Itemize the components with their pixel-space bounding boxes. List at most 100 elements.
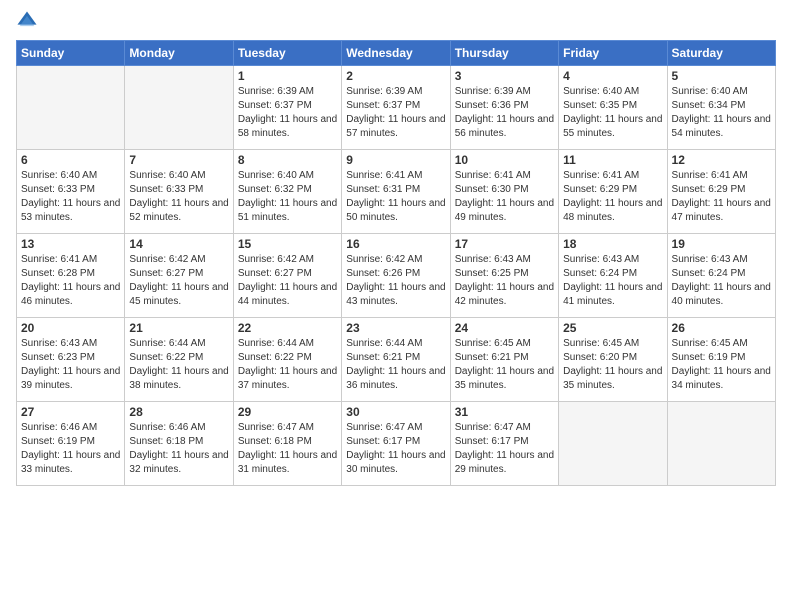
day-number: 7 bbox=[129, 153, 228, 167]
day-info: Sunrise: 6:39 AM Sunset: 6:37 PM Dayligh… bbox=[238, 85, 337, 141]
day-number: 19 bbox=[672, 237, 771, 251]
calendar-cell: 18 Sunrise: 6:43 AM Sunset: 6:24 PM Dayli… bbox=[559, 234, 667, 318]
calendar-cell: 21 Sunrise: 6:44 AM Sunset: 6:22 PM Dayli… bbox=[125, 318, 233, 402]
day-info: Sunrise: 6:39 AM Sunset: 6:37 PM Dayligh… bbox=[346, 85, 445, 141]
day-info: Sunrise: 6:41 AM Sunset: 6:30 PM Dayligh… bbox=[455, 169, 554, 225]
day-number: 14 bbox=[129, 237, 228, 251]
day-info: Sunrise: 6:45 AM Sunset: 6:20 PM Dayligh… bbox=[563, 337, 662, 393]
calendar-header: SundayMondayTuesdayWednesdayThursdayFrid… bbox=[17, 41, 776, 66]
day-info: Sunrise: 6:41 AM Sunset: 6:31 PM Dayligh… bbox=[346, 169, 445, 225]
day-info: Sunrise: 6:42 AM Sunset: 6:26 PM Dayligh… bbox=[346, 253, 445, 309]
calendar-cell: 7 Sunrise: 6:40 AM Sunset: 6:33 PM Daylig… bbox=[125, 150, 233, 234]
day-info: Sunrise: 6:40 AM Sunset: 6:34 PM Dayligh… bbox=[672, 85, 771, 141]
day-number: 1 bbox=[238, 69, 337, 83]
day-number: 28 bbox=[129, 405, 228, 419]
day-header: Thursday bbox=[450, 41, 558, 66]
day-info: Sunrise: 6:41 AM Sunset: 6:29 PM Dayligh… bbox=[672, 169, 771, 225]
day-info: Sunrise: 6:40 AM Sunset: 6:35 PM Dayligh… bbox=[563, 85, 662, 141]
day-number: 12 bbox=[672, 153, 771, 167]
day-number: 11 bbox=[563, 153, 662, 167]
day-info: Sunrise: 6:43 AM Sunset: 6:24 PM Dayligh… bbox=[672, 253, 771, 309]
day-number: 24 bbox=[455, 321, 554, 335]
calendar-cell: 12 Sunrise: 6:41 AM Sunset: 6:29 PM Dayli… bbox=[667, 150, 775, 234]
calendar-week-row: 1 Sunrise: 6:39 AM Sunset: 6:37 PM Daylig… bbox=[17, 66, 776, 150]
header bbox=[16, 10, 776, 32]
day-info: Sunrise: 6:40 AM Sunset: 6:33 PM Dayligh… bbox=[21, 169, 120, 225]
calendar-cell: 23Sunrise: 6:44 AM Sunset: 6:21 PM Dayli… bbox=[342, 318, 450, 402]
day-number: 13 bbox=[21, 237, 120, 251]
day-number: 29 bbox=[238, 405, 337, 419]
day-info: Sunrise: 6:41 AM Sunset: 6:29 PM Dayligh… bbox=[563, 169, 662, 225]
day-number: 18 bbox=[563, 237, 662, 251]
day-number: 9 bbox=[346, 153, 445, 167]
day-number: 5 bbox=[672, 69, 771, 83]
day-header: Wednesday bbox=[342, 41, 450, 66]
day-info: Sunrise: 6:43 AM Sunset: 6:23 PM Dayligh… bbox=[21, 337, 120, 393]
day-info: Sunrise: 6:47 AM Sunset: 6:18 PM Dayligh… bbox=[238, 421, 337, 477]
day-header: Saturday bbox=[667, 41, 775, 66]
day-info: Sunrise: 6:46 AM Sunset: 6:18 PM Dayligh… bbox=[129, 421, 228, 477]
page: SundayMondayTuesdayWednesdayThursdayFrid… bbox=[0, 0, 792, 612]
day-number: 4 bbox=[563, 69, 662, 83]
calendar-cell: 16 Sunrise: 6:42 AM Sunset: 6:26 PM Dayli… bbox=[342, 234, 450, 318]
day-info: Sunrise: 6:44 AM Sunset: 6:22 PM Dayligh… bbox=[129, 337, 228, 393]
calendar-cell: 3 Sunrise: 6:39 AM Sunset: 6:36 PM Daylig… bbox=[450, 66, 558, 150]
calendar-cell: 29 Sunrise: 6:47 AM Sunset: 6:18 PM Dayli… bbox=[233, 402, 341, 486]
day-number: 17 bbox=[455, 237, 554, 251]
day-number: 21 bbox=[129, 321, 228, 335]
calendar-body: 1 Sunrise: 6:39 AM Sunset: 6:37 PM Daylig… bbox=[17, 66, 776, 486]
day-info: Sunrise: 6:39 AM Sunset: 6:36 PM Dayligh… bbox=[455, 85, 554, 141]
calendar-cell: 8Sunrise: 6:40 AM Sunset: 6:32 PM Daylig… bbox=[233, 150, 341, 234]
day-info: Sunrise: 6:43 AM Sunset: 6:24 PM Dayligh… bbox=[563, 253, 662, 309]
header-row: SundayMondayTuesdayWednesdayThursdayFrid… bbox=[17, 41, 776, 66]
day-info: Sunrise: 6:42 AM Sunset: 6:27 PM Dayligh… bbox=[129, 253, 228, 309]
day-number: 2 bbox=[346, 69, 445, 83]
day-info: Sunrise: 6:46 AM Sunset: 6:19 PM Dayligh… bbox=[21, 421, 120, 477]
calendar-cell: 17Sunrise: 6:43 AM Sunset: 6:25 PM Dayli… bbox=[450, 234, 558, 318]
calendar-cell: 20Sunrise: 6:43 AM Sunset: 6:23 PM Dayli… bbox=[17, 318, 125, 402]
day-header: Sunday bbox=[17, 41, 125, 66]
calendar-cell: 15 Sunrise: 6:42 AM Sunset: 6:27 PM Dayli… bbox=[233, 234, 341, 318]
calendar-cell: 22Sunrise: 6:44 AM Sunset: 6:22 PM Dayli… bbox=[233, 318, 341, 402]
calendar-cell: 31 Sunrise: 6:47 AM Sunset: 6:17 PM Dayli… bbox=[450, 402, 558, 486]
calendar-cell bbox=[125, 66, 233, 150]
calendar-cell: 27 Sunrise: 6:46 AM Sunset: 6:19 PM Dayli… bbox=[17, 402, 125, 486]
day-number: 30 bbox=[346, 405, 445, 419]
day-number: 23 bbox=[346, 321, 445, 335]
calendar-cell: 25 Sunrise: 6:45 AM Sunset: 6:20 PM Dayli… bbox=[559, 318, 667, 402]
calendar-cell: 24 Sunrise: 6:45 AM Sunset: 6:21 PM Dayli… bbox=[450, 318, 558, 402]
day-info: Sunrise: 6:40 AM Sunset: 6:33 PM Dayligh… bbox=[129, 169, 228, 225]
day-info: Sunrise: 6:42 AM Sunset: 6:27 PM Dayligh… bbox=[238, 253, 337, 309]
day-info: Sunrise: 6:41 AM Sunset: 6:28 PM Dayligh… bbox=[21, 253, 120, 309]
day-number: 10 bbox=[455, 153, 554, 167]
day-info: Sunrise: 6:45 AM Sunset: 6:21 PM Dayligh… bbox=[455, 337, 554, 393]
day-number: 26 bbox=[672, 321, 771, 335]
calendar-table: SundayMondayTuesdayWednesdayThursdayFrid… bbox=[16, 40, 776, 486]
calendar-week-row: 6 Sunrise: 6:40 AM Sunset: 6:33 PM Daylig… bbox=[17, 150, 776, 234]
calendar-cell: 2 Sunrise: 6:39 AM Sunset: 6:37 PM Daylig… bbox=[342, 66, 450, 150]
day-number: 25 bbox=[563, 321, 662, 335]
calendar-cell: 1 Sunrise: 6:39 AM Sunset: 6:37 PM Daylig… bbox=[233, 66, 341, 150]
calendar-cell: 6 Sunrise: 6:40 AM Sunset: 6:33 PM Daylig… bbox=[17, 150, 125, 234]
calendar-cell: 19 Sunrise: 6:43 AM Sunset: 6:24 PM Dayli… bbox=[667, 234, 775, 318]
calendar-cell: 10 Sunrise: 6:41 AM Sunset: 6:30 PM Dayli… bbox=[450, 150, 558, 234]
calendar-cell: 28 Sunrise: 6:46 AM Sunset: 6:18 PM Dayli… bbox=[125, 402, 233, 486]
calendar-cell: 11 Sunrise: 6:41 AM Sunset: 6:29 PM Dayli… bbox=[559, 150, 667, 234]
day-number: 16 bbox=[346, 237, 445, 251]
calendar-week-row: 13 Sunrise: 6:41 AM Sunset: 6:28 PM Dayli… bbox=[17, 234, 776, 318]
day-number: 3 bbox=[455, 69, 554, 83]
day-info: Sunrise: 6:47 AM Sunset: 6:17 PM Dayligh… bbox=[346, 421, 445, 477]
calendar-cell: 26 Sunrise: 6:45 AM Sunset: 6:19 PM Dayli… bbox=[667, 318, 775, 402]
day-header: Friday bbox=[559, 41, 667, 66]
calendar-cell: 14 Sunrise: 6:42 AM Sunset: 6:27 PM Dayli… bbox=[125, 234, 233, 318]
calendar-cell bbox=[667, 402, 775, 486]
day-number: 6 bbox=[21, 153, 120, 167]
day-number: 31 bbox=[455, 405, 554, 419]
day-info: Sunrise: 6:47 AM Sunset: 6:17 PM Dayligh… bbox=[455, 421, 554, 477]
day-info: Sunrise: 6:45 AM Sunset: 6:19 PM Dayligh… bbox=[672, 337, 771, 393]
day-info: Sunrise: 6:40 AM Sunset: 6:32 PM Dayligh… bbox=[238, 169, 337, 225]
day-number: 15 bbox=[238, 237, 337, 251]
day-header: Monday bbox=[125, 41, 233, 66]
day-number: 27 bbox=[21, 405, 120, 419]
calendar-cell: 5 Sunrise: 6:40 AM Sunset: 6:34 PM Daylig… bbox=[667, 66, 775, 150]
